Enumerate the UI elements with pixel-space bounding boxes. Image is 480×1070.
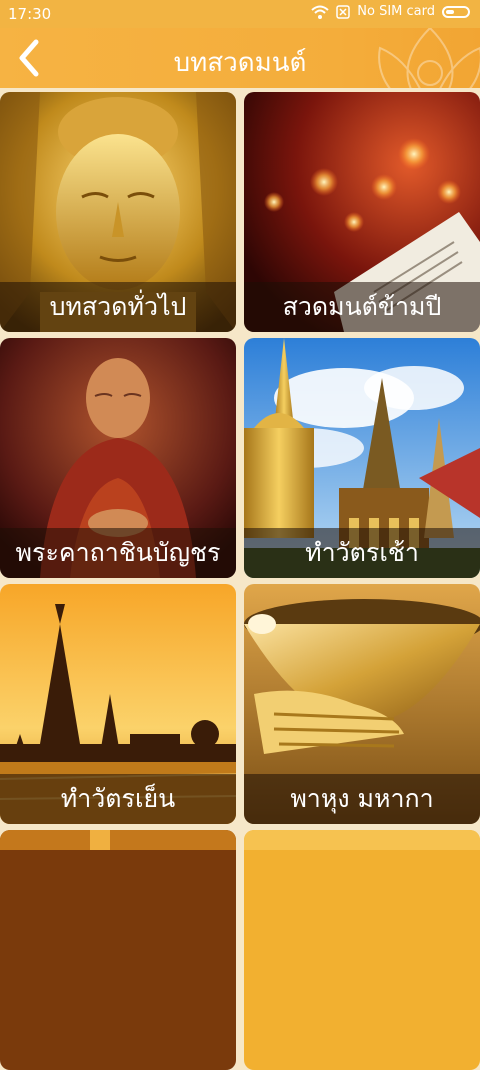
page-title: บทสวดมนต์ xyxy=(173,48,307,78)
tile-bahung-mahaka[interactable]: พาหุง มหากา xyxy=(244,584,480,824)
status-icons: No SIM card xyxy=(311,5,470,19)
golden-pattern-image xyxy=(244,830,480,1070)
tile-general-prayers[interactable]: บทสวดทั่วไป xyxy=(0,92,236,332)
battery-icon xyxy=(442,6,470,18)
app-bar: บทสวดมนต์ xyxy=(0,28,480,88)
tile-label: ทำวัตรเช้า xyxy=(244,528,480,578)
tile-label: บทสวดทั่วไป xyxy=(0,282,236,332)
prayer-grid: บทสวดทั่วไป สวดมนต์ข้ามปี พระคาถาชินบัญช… xyxy=(0,88,480,1070)
status-time: 17:30 xyxy=(8,5,52,23)
tile-item-8[interactable] xyxy=(244,830,480,1070)
tile-item-7[interactable] xyxy=(0,830,236,1070)
golden-shrine-image xyxy=(0,830,236,1070)
tile-label: พระคาถาชินบัญชร xyxy=(0,528,236,578)
status-bar: 17:30 No SIM card xyxy=(0,0,480,28)
tile-evening-chant[interactable]: ทำวัตรเย็น xyxy=(0,584,236,824)
tile-morning-chant[interactable]: ทำวัตรเช้า xyxy=(244,338,480,578)
tile-new-year-prayers[interactable]: สวดมนต์ข้ามปี xyxy=(244,92,480,332)
tile-chinabanchon-prayer[interactable]: พระคาถาชินบัญชร xyxy=(0,338,236,578)
sim-status-text: No SIM card xyxy=(357,4,435,19)
tile-label: พาหุง มหากา xyxy=(244,774,480,824)
tile-label: สวดมนต์ข้ามปี xyxy=(244,282,480,332)
tile-label: ทำวัตรเย็น xyxy=(0,774,236,824)
wifi-icon xyxy=(311,5,329,19)
no-sim-icon xyxy=(336,5,351,19)
